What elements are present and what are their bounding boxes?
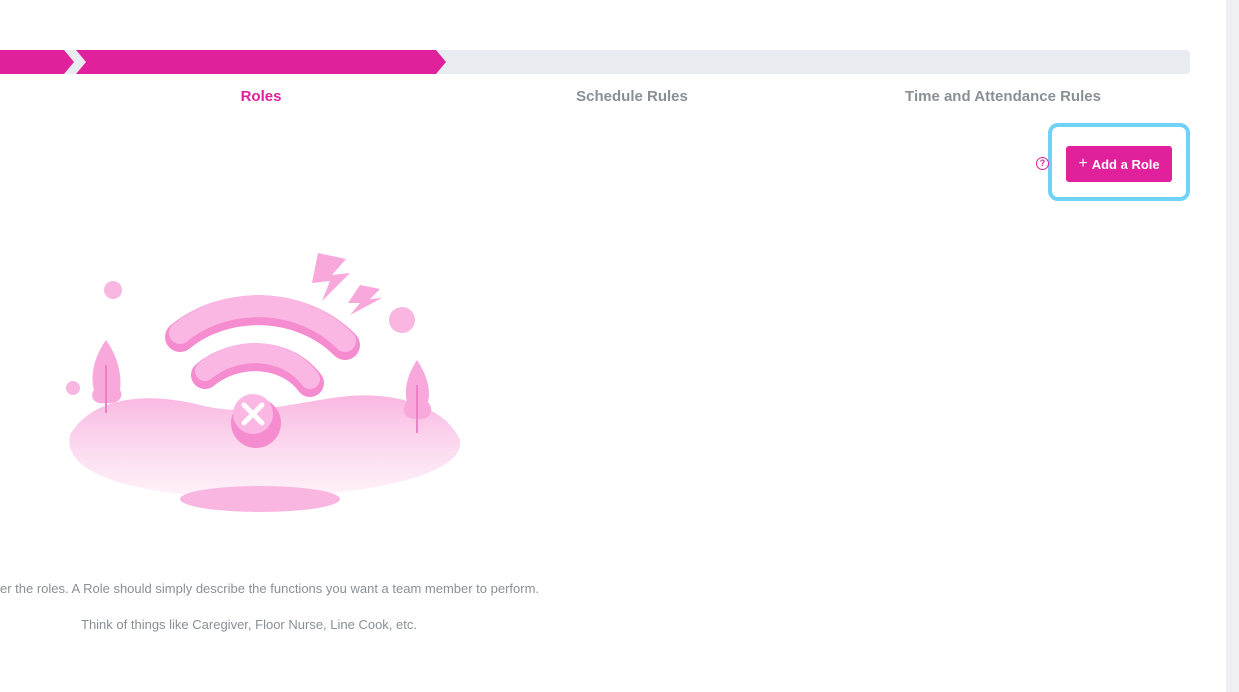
page: Roles Schedule Rules Time and Attendance… [0, 0, 1239, 692]
progress-step-1 [0, 50, 74, 74]
empty-state-line2: Think of things like Caregiver, Floor Nu… [81, 617, 417, 632]
empty-state-line1: er the roles. A Role should simply descr… [0, 581, 540, 596]
progress-steps [0, 50, 446, 74]
no-wifi-illustration [66, 253, 461, 512]
lightning-icon-small [348, 285, 382, 315]
step-schedule-rules[interactable]: Schedule Rules [576, 88, 688, 105]
progress-step-2 [76, 50, 446, 74]
ground-shadow [180, 486, 340, 512]
add-role-button[interactable]: + Add a Role [1066, 146, 1172, 182]
question-icon[interactable]: ? [1036, 157, 1049, 170]
lightning-icon [312, 253, 350, 301]
add-role-label: Add a Role [1091, 156, 1160, 172]
scrollbar[interactable] [1226, 0, 1239, 692]
step-roles[interactable]: Roles [241, 88, 282, 105]
step-time-attendance-rules[interactable]: Time and Attendance Rules [905, 88, 1101, 105]
plus-icon: + [1078, 155, 1088, 172]
